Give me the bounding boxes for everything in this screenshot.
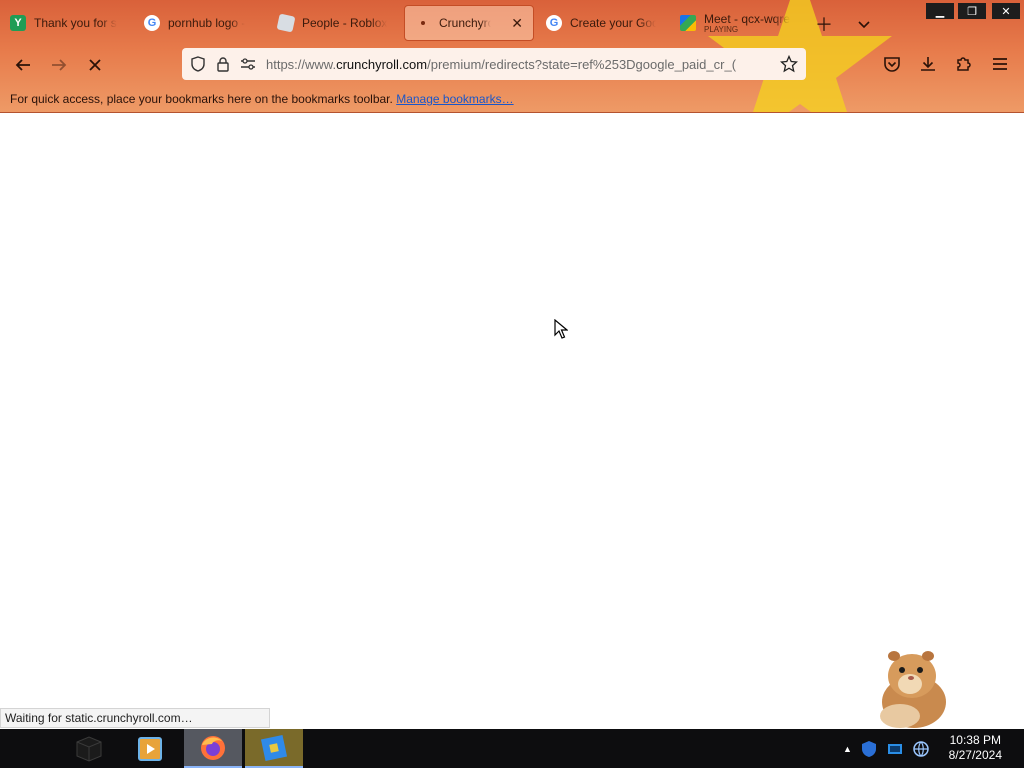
download-icon [921,57,935,71]
pocket-button[interactable] [880,52,904,76]
tab-title: pornhub logo - [168,16,246,30]
navigation-toolbar: https://www.crunchyroll.com/premium/redi… [0,44,1024,86]
tab-title: Create your Goo [570,16,656,30]
new-tab-button[interactable]: ＋ [812,12,836,36]
clock-time: 10:38 PM [949,733,1001,747]
shield-tray-icon[interactable] [860,740,878,758]
browser-chrome: Y Thank you for s G pornhub logo - Peopl… [0,0,1024,113]
url-prefix: https://www. [266,56,337,72]
url-text[interactable]: https://www.crunchyroll.com/premium/redi… [266,57,762,72]
lock-icon [217,57,229,72]
taskbar-app-black-box[interactable] [60,729,118,768]
firefox-icon [201,735,225,760]
extensions-button[interactable] [952,52,976,76]
taskbar: ▲ 10:38 PM 8/27/2024 [0,729,1024,768]
tab-playing-label: PLAYING [704,24,739,34]
tab-title: Crunchyroll [439,16,491,30]
google-meet-icon [680,15,696,31]
arrow-right-icon [52,59,67,71]
tab-title: People - Roblox [302,16,388,30]
tab-title: Thank you for s [34,16,117,30]
shield-icon [191,56,205,72]
url-host: crunchyroll.com [336,56,428,72]
green-y-icon: Y [10,15,26,31]
mouse-pointer-icon [554,319,568,339]
google-icon: G [144,15,160,31]
tab-create-google[interactable]: G Create your Goo [536,5,666,41]
taskbar-app-firefox[interactable] [184,729,242,768]
list-all-tabs-button[interactable] [852,12,876,36]
bookmark-star-button[interactable] [780,55,798,73]
manage-bookmarks-link[interactable]: Manage bookmarks… [396,92,513,106]
app-menu-button[interactable] [988,52,1012,76]
arrow-left-icon [15,59,30,71]
roblox-icon [276,13,296,33]
status-text: Waiting for static.crunchyroll.com… [5,711,193,725]
permissions-icon [241,58,255,70]
pocket-icon [884,57,900,72]
monitor-tray-icon[interactable] [886,740,904,758]
back-button[interactable] [10,52,36,78]
puzzle-piece-icon [957,57,971,71]
stop-loading-button[interactable] [82,52,108,78]
tab-strip: Y Thank you for s G pornhub logo - Peopl… [0,2,1024,42]
roblox-studio-icon [260,734,288,761]
black-cube-icon [76,735,102,762]
forward-button[interactable] [46,52,72,78]
loading-dot-icon [415,15,431,31]
bookmarks-empty-message: For quick access, place your bookmarks h… [10,92,393,106]
tab-thank-you[interactable]: Y Thank you for s [0,5,130,41]
system-tray: ▲ [843,729,930,768]
show-hidden-icons-icon[interactable]: ▲ [843,744,852,754]
close-window-button[interactable]: ✕ [992,3,1020,19]
network-globe-icon[interactable] [912,740,930,758]
page-content-area [0,113,1024,729]
url-bar[interactable]: https://www.crunchyroll.com/premium/redi… [182,48,806,80]
downloads-button[interactable] [916,52,940,76]
tab-google-meet[interactable]: Meet - qcx-wqre PLAYING [670,5,800,41]
url-path: /premium/redirects?state=ref%253Dgoogle_… [427,56,737,72]
taskbar-clock[interactable]: 10:38 PM 8/27/2024 [949,733,1002,763]
bookmarks-toolbar: For quick access, place your bookmarks h… [10,92,514,106]
hamster-sticker-image [880,651,946,728]
google-icon: G [546,15,562,31]
restore-button[interactable]: ❐ [958,3,986,19]
star-outline-icon [780,55,798,73]
status-panel: Waiting for static.crunchyroll.com… [0,708,270,728]
tab-people-roblox[interactable]: People - Roblox [268,5,398,41]
minimize-button[interactable]: ▁ [926,3,954,19]
clock-date: 8/27/2024 [948,748,1002,762]
tab-pornhub-logo[interactable]: G pornhub logo - [134,5,264,41]
hamburger-menu-icon [993,58,1007,70]
tab-title: Meet - qcx-wqre [704,12,791,26]
tab-crunchyroll[interactable]: Crunchyroll ✕ [404,5,534,41]
media-player-icon [138,736,162,761]
taskbar-app-media-player[interactable] [121,729,179,768]
close-tab-icon[interactable]: ✕ [511,15,523,32]
taskbar-app-roblox-studio[interactable] [245,729,303,768]
chevron-down-icon [858,21,870,29]
close-icon [89,59,101,71]
